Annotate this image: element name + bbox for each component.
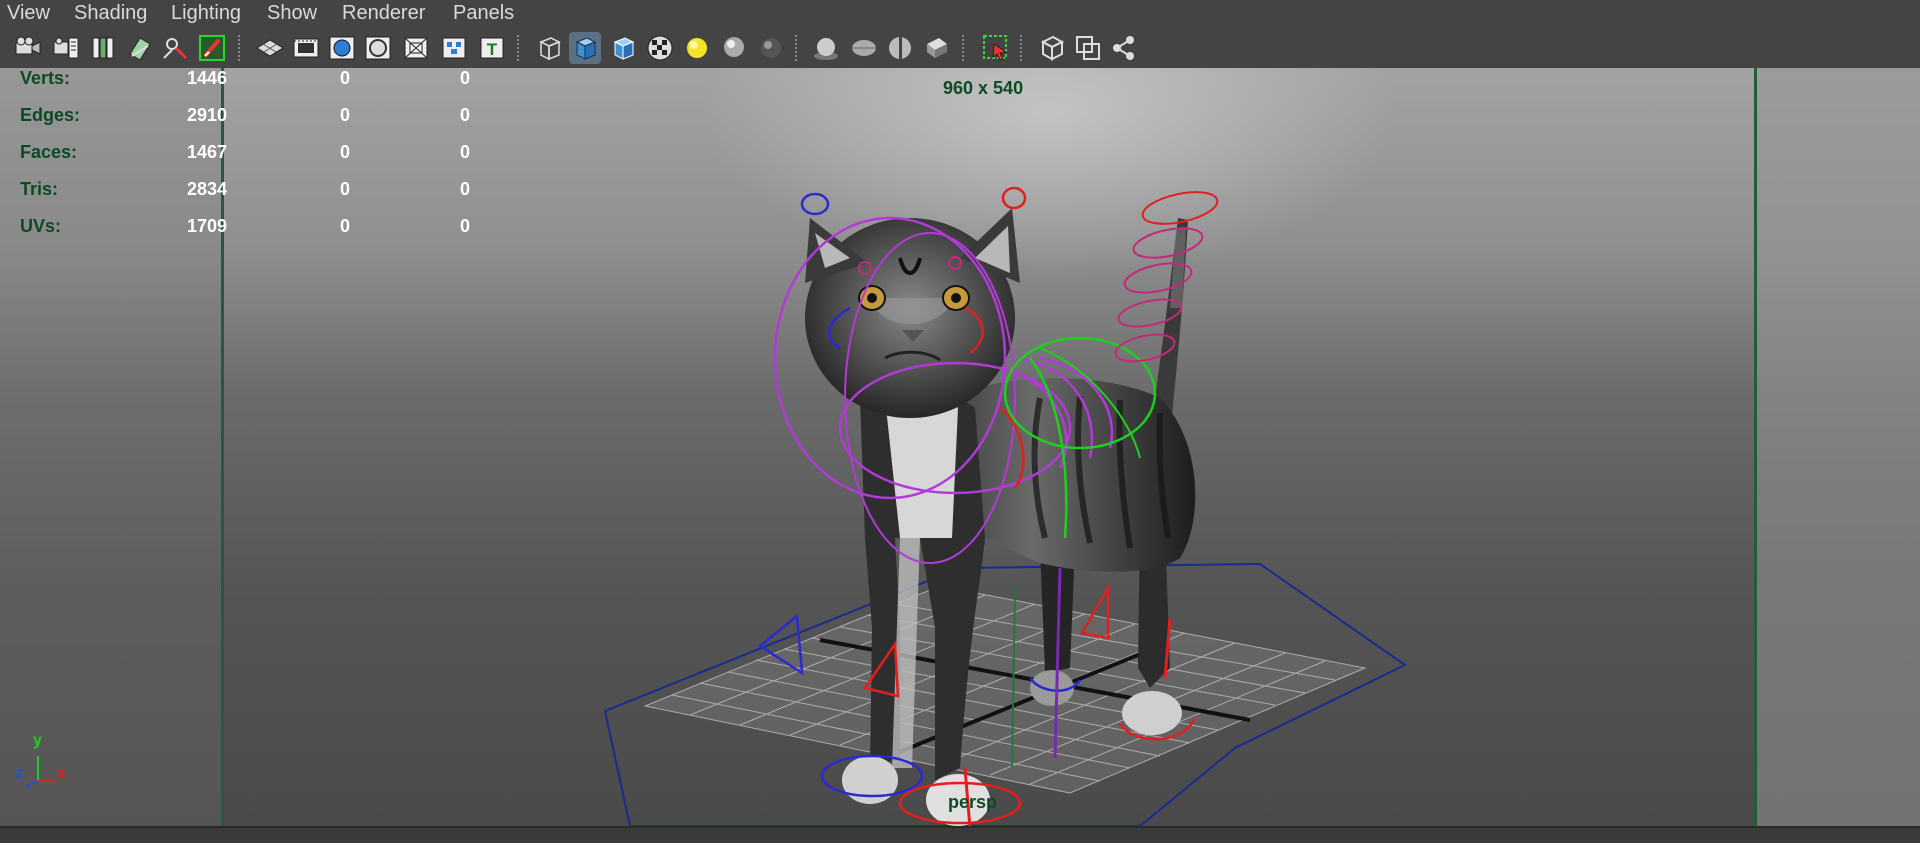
menu-shading[interactable]: Shading [74,2,147,25]
hud-verts-selected: 0 [340,68,351,88]
menu-show[interactable]: Show [267,2,317,25]
image-plane-icon[interactable] [124,32,156,64]
camera-name-label: persp [948,792,998,812]
shadows-icon[interactable] [718,32,750,64]
wireframe-icon[interactable] [533,32,565,64]
menu-lighting[interactable]: Lighting [171,2,241,25]
toolbar-separator [1020,35,1024,61]
hud-verts-label: Verts: [20,68,71,88]
hud-uvs-value: 1709 [187,216,228,236]
svg-text:T: T [487,40,498,59]
safe-title-icon[interactable]: T [476,32,508,64]
textured-icon[interactable] [644,32,676,64]
axis-gizmo [25,756,56,787]
film-gate-icon[interactable] [290,32,322,64]
select-camera-icon[interactable] [12,32,44,64]
hud-faces-label: Faces: [20,142,78,162]
hud-uvs-selected: 0 [340,216,351,236]
xray-active-components-icon[interactable] [1072,32,1104,64]
depth-of-field-icon[interactable] [884,32,916,64]
hud-tris-extra: 0 [460,179,471,199]
isolate-select-icon[interactable] [921,32,953,64]
menu-view[interactable]: View [7,2,50,25]
two-d-pan-zoom-icon[interactable] [160,32,192,64]
toolbar-separator [517,35,521,61]
gate-mask-icon[interactable] [362,32,394,64]
hud-uvs-label: UVs: [20,216,62,236]
toolbar-separator [962,35,966,61]
hud-uvs-extra: 0 [460,216,471,236]
use-all-lights-icon[interactable] [681,32,713,64]
toolbar-separator [795,35,799,61]
motion-blur-icon[interactable] [810,32,842,64]
resolution-label: 960 x 540 [943,78,1024,98]
screen-space-ao-icon[interactable] [755,32,787,64]
scene-view[interactable] [0,68,1920,826]
hud-edges-selected: 0 [340,105,351,125]
ground-grid [643,585,1367,794]
select-region-icon[interactable] [980,32,1012,64]
camera-attributes-icon[interactable] [50,32,82,64]
menu-bar: View Shading Lighting Show Renderer Pane… [0,0,1920,28]
hud-faces-extra: 0 [460,142,471,162]
menu-renderer[interactable]: Renderer [342,2,425,25]
menu-panels[interactable]: Panels [453,2,514,25]
perspective-viewport[interactable]: Verts: 1446 0 0 Edges: 2910 0 0 Faces: 1… [0,68,1920,826]
panel-toolbar: T [0,28,1920,68]
bookmarks-icon[interactable] [88,32,120,64]
wireframe-on-shaded-icon[interactable] [607,32,639,64]
grid-toggle-icon[interactable] [254,32,286,64]
toolbar-separator [238,35,242,61]
multisample-aa-icon[interactable] [848,32,880,64]
xray-icon[interactable] [1036,32,1068,64]
hud-tris-value: 2834 [187,179,228,199]
hud-faces-selected: 0 [340,142,351,162]
hud-tris-selected: 0 [340,179,351,199]
grease-pencil-icon[interactable] [196,32,228,64]
hud-edges-value: 2910 [187,105,228,125]
hud-verts-extra: 0 [460,68,471,88]
axis-z-label: z [15,765,23,782]
hud-edges-extra: 0 [460,105,471,125]
hud-verts-value: 1446 [187,68,228,88]
safe-action-icon[interactable] [438,32,470,64]
timeline-strip[interactable] [0,826,1920,843]
resolution-gate-right-edge [1754,68,1757,826]
field-chart-icon[interactable] [400,32,432,64]
axis-y-label: y [33,732,42,749]
resolution-gate-icon[interactable] [326,32,358,64]
hud-edges-label: Edges: [20,105,81,125]
smooth-shade-icon[interactable] [569,32,601,64]
hud-faces-value: 1467 [187,142,228,162]
axis-x-label: x [57,765,66,782]
hud-tris-label: Tris: [20,179,59,199]
xray-joints-icon[interactable] [1108,32,1140,64]
